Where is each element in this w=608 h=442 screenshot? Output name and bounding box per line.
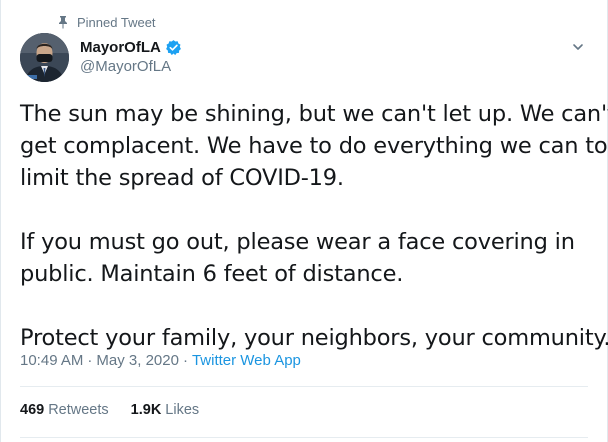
- tweet-metadata: 10:49 AM · May 3, 2020 · Twitter Web App: [20, 352, 301, 369]
- divider: [20, 386, 588, 387]
- tweet-line: get complacent. We have to do everything…: [20, 133, 608, 159]
- verified-badge-icon: [165, 39, 182, 56]
- likes-stat[interactable]: 1.9K Likes: [131, 402, 200, 418]
- tweet-paragraph: If you must go out, please wear a face c…: [20, 226, 590, 290]
- retweets-stat[interactable]: 469 Retweets: [20, 402, 109, 418]
- tweet-line: If you must go out, please wear a face c…: [20, 229, 575, 255]
- retweets-label: Retweets: [48, 402, 109, 418]
- tweet-paragraph: Protect your family, your neighbors, you…: [20, 322, 608, 354]
- divider: [20, 437, 588, 438]
- likes-label: Likes: [165, 402, 200, 418]
- tweet-time[interactable]: 10:49 AM: [20, 352, 83, 369]
- pin-icon: [57, 15, 69, 29]
- avatar[interactable]: [20, 33, 69, 82]
- tweet-text: The sun may be shining, but we can't let…: [20, 98, 608, 354]
- likes-count: 1.9K: [130, 402, 162, 418]
- author-display-name[interactable]: MayorOfLA: [80, 39, 161, 56]
- tweet-line: limit the spread of COVID-19.: [20, 165, 344, 191]
- tweet-stats: 469 Retweets 1.9K Likes: [20, 402, 199, 418]
- chevron-down-icon[interactable]: [571, 40, 585, 54]
- tweet-source-link[interactable]: Twitter Web App: [192, 352, 301, 369]
- tweet-line: The sun may be shining, but we can't let…: [20, 101, 608, 127]
- tweet-date[interactable]: May 3, 2020: [96, 352, 179, 369]
- author-info[interactable]: MayorOfLA @MayorOfLA: [80, 37, 182, 75]
- retweets-count: 469: [20, 402, 45, 418]
- meta-separator: ·: [87, 352, 93, 369]
- tweet-paragraph: The sun may be shining, but we can't let…: [20, 98, 608, 194]
- tweet-line: public. Maintain 6 feet of distance.: [20, 261, 404, 287]
- pinned-tweet-indicator: Pinned Tweet: [57, 14, 156, 30]
- pinned-label: Pinned Tweet: [77, 14, 156, 30]
- tweet-card[interactable]: Pinned Tweet MayorOfLA @MayorOfLA The su…: [0, 0, 608, 442]
- meta-separator: ·: [182, 352, 188, 369]
- tweet-line: Protect your family, your neighbors, you…: [20, 325, 608, 351]
- author-handle[interactable]: @MayorOfLA: [80, 58, 182, 75]
- name-row: MayorOfLA: [80, 37, 182, 57]
